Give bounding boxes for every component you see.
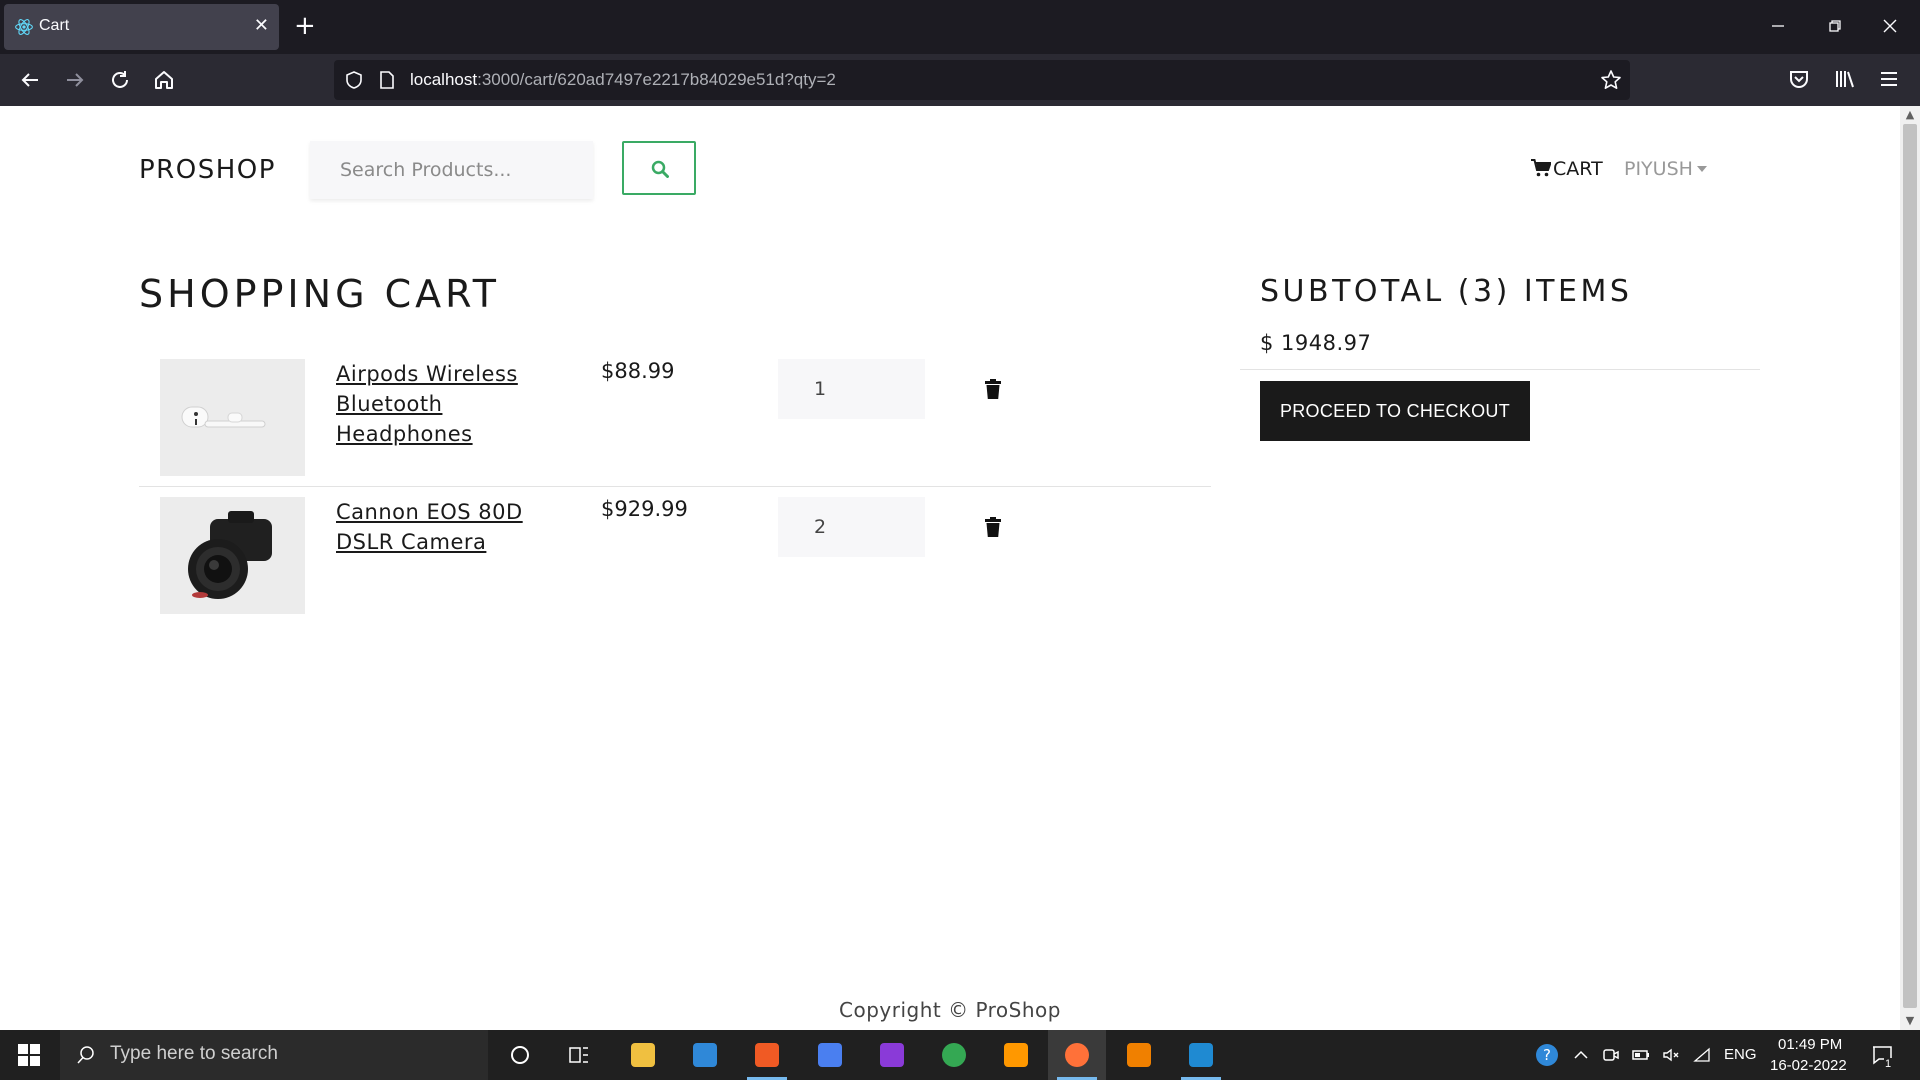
folder-icon [631, 1043, 655, 1067]
cortana-button[interactable] [491, 1030, 549, 1080]
show-hidden-icons-chevron-icon[interactable] [1572, 1046, 1590, 1064]
airpods-image [160, 359, 305, 476]
bookmark-star-icon[interactable] [1600, 69, 1622, 91]
clock-time[interactable]: 01:49 PM [1778, 1036, 1842, 1053]
brave-beta-icon [818, 1043, 842, 1067]
quantity-select[interactable]: 2 [778, 497, 925, 557]
trash-icon[interactable] [985, 379, 1001, 399]
taskbar-brave[interactable] [738, 1030, 796, 1080]
browser-tab-bar: Cart ✕ + [0, 0, 1920, 54]
taskbar-brave-nightly[interactable] [863, 1030, 921, 1080]
shopping-cart-icon [1531, 159, 1552, 177]
search-icon [77, 1046, 94, 1064]
proceed-to-checkout-button[interactable]: PROCEED TO CHECKOUT [1260, 381, 1530, 441]
address-bar[interactable]: localhost:3000/cart/620ad7497e2217b84029… [334, 60, 1630, 100]
vlc-icon [1127, 1043, 1151, 1067]
wifi-icon[interactable] [1693, 1046, 1711, 1064]
back-icon[interactable] [16, 66, 44, 94]
menu-icon[interactable] [1876, 66, 1902, 92]
product-image-camera [160, 497, 305, 614]
meet-now-icon[interactable] [1602, 1046, 1620, 1064]
nav-cart-label: CART [1553, 158, 1603, 180]
help-icon[interactable]: ? [1535, 1043, 1559, 1067]
quantity-select[interactable]: 1 [778, 359, 925, 419]
summary-divider [1240, 369, 1760, 370]
notification-count-badge: 1 [1884, 1058, 1893, 1070]
forward-icon[interactable] [61, 66, 89, 94]
scroll-down-arrow-icon[interactable]: ▼ [1904, 1015, 1916, 1027]
row-divider [139, 486, 1211, 487]
url-host: localhost [410, 70, 478, 89]
language-indicator[interactable]: ENG [1724, 1046, 1757, 1063]
cart-item-row: Airpods Wireless Bluetooth Headphones $8… [139, 359, 1211, 497]
nav-cart-link[interactable]: CART [1531, 158, 1603, 180]
taskbar-mail[interactable] [676, 1030, 734, 1080]
task-view-button[interactable] [550, 1030, 608, 1080]
battery-icon[interactable] [1632, 1046, 1650, 1064]
url-text[interactable]: localhost:3000/cart/620ad7497e2217b84029… [410, 70, 836, 90]
sublime-text-icon [1004, 1043, 1028, 1067]
pocket-icon[interactable] [1786, 66, 1812, 92]
tab-title: Cart [39, 17, 70, 34]
brave-nightly-icon [880, 1043, 904, 1067]
product-link[interactable]: Cannon EOS 80D DSLR Camera [336, 497, 576, 557]
url-path: :3000/cart/620ad7497e2217b84029e51d?qty=… [477, 70, 836, 89]
taskbar-vscode[interactable] [1172, 1030, 1230, 1080]
taskbar-vlc[interactable] [1110, 1030, 1168, 1080]
shield-icon[interactable] [344, 70, 364, 90]
page-icon[interactable] [378, 70, 396, 90]
cortana-icon [511, 1046, 529, 1064]
volume-muted-icon[interactable] [1662, 1046, 1680, 1064]
product-link[interactable]: Airpods Wireless Bluetooth Headphones [336, 359, 576, 449]
taskbar-sublime-text[interactable] [987, 1030, 1045, 1080]
restore-icon[interactable] [1823, 14, 1847, 38]
brand-logo[interactable]: PROSHOP [139, 155, 276, 185]
taskbar-chrome[interactable] [925, 1030, 983, 1080]
brave-icon [755, 1043, 779, 1067]
footer-copyright: Copyright © ProShop [839, 998, 1061, 1022]
windows-taskbar: Type here to search ? ENG 01:49 PM 16-02… [0, 1030, 1920, 1080]
window-close-icon[interactable] [1878, 14, 1902, 38]
user-name: PIYUSH [1624, 158, 1693, 180]
mail-icon [693, 1043, 717, 1067]
firefox-icon [1065, 1043, 1089, 1067]
taskbar-firefox[interactable] [1048, 1030, 1106, 1080]
scrollbar-thumb[interactable] [1903, 124, 1917, 1008]
camera-image [160, 497, 305, 614]
search-input[interactable] [310, 141, 593, 199]
browser-navigation-bar: localhost:3000/cart/620ad7497e2217b84029… [0, 54, 1920, 106]
vscode-icon [1189, 1043, 1213, 1067]
minimize-icon[interactable] [1766, 14, 1790, 38]
svg-text:?: ? [1543, 1046, 1551, 1064]
cart-item-row: Cannon EOS 80D DSLR Camera $929.99 2 [139, 497, 1211, 635]
scroll-up-arrow-icon[interactable]: ▲ [1904, 109, 1916, 121]
home-icon[interactable] [150, 66, 178, 94]
search-button[interactable] [622, 141, 696, 195]
tab-cart[interactable]: Cart ✕ [4, 4, 279, 50]
product-price: $929.99 [601, 497, 688, 521]
library-icon[interactable] [1832, 66, 1858, 92]
tab-close-icon[interactable]: ✕ [254, 16, 269, 36]
product-price: $88.99 [601, 359, 675, 383]
trash-icon[interactable] [985, 517, 1001, 537]
task-view-icon [569, 1047, 588, 1063]
taskbar-file-explorer[interactable] [614, 1030, 672, 1080]
taskbar-search-placeholder: Type here to search [110, 1043, 278, 1064]
react-logo-icon [15, 19, 33, 35]
product-image-airpods [160, 359, 305, 476]
page-title: SHOPPING CART [139, 272, 500, 316]
windows-start-icon[interactable] [18, 1044, 40, 1066]
search-icon [651, 160, 669, 178]
subtotal-heading: SUBTOTAL (3) ITEMS [1260, 274, 1633, 309]
chrome-icon [942, 1043, 966, 1067]
taskbar-search-box[interactable]: Type here to search [60, 1030, 488, 1080]
caret-down-icon [1696, 166, 1707, 172]
user-menu-dropdown[interactable]: PIYUSH [1624, 158, 1707, 180]
taskbar-brave-beta[interactable] [801, 1030, 859, 1080]
subtotal-amount: $ 1948.97 [1260, 331, 1372, 355]
reload-icon[interactable] [106, 66, 134, 94]
new-tab-button[interactable]: + [294, 12, 316, 40]
vertical-scrollbar[interactable]: ▲ ▼ [1900, 106, 1920, 1030]
clock-date[interactable]: 16-02-2022 [1770, 1057, 1847, 1074]
